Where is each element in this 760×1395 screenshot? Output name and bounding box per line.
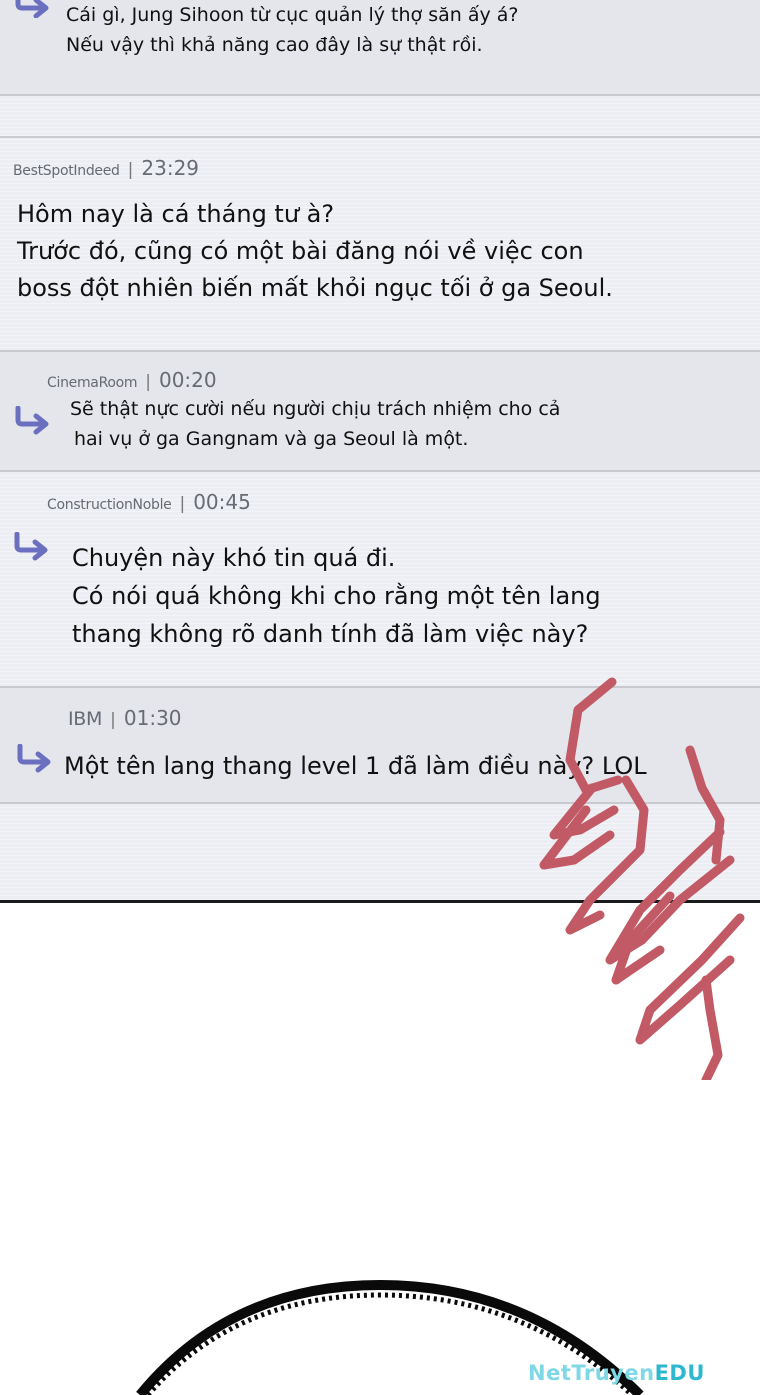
- reply-arrow-icon: [15, 0, 49, 18]
- comment-time: 01:30: [123, 706, 182, 730]
- comment-time: 23:29: [141, 156, 200, 180]
- divider: [0, 94, 760, 96]
- comment-meta: CinemaRoom | 00:20: [47, 368, 217, 392]
- comment-username[interactable]: ConstructionNoble: [47, 497, 172, 513]
- comment-item: BestSpotIndeed | 23:29 Hôm nay là cá tháng…: [0, 138, 760, 350]
- comment-text: Sẽ thật nực cười nếu người chịu trách nh…: [70, 398, 561, 420]
- scribble-sfx-icon: [539, 677, 745, 1080]
- comment-item: Cái gì, Jung Sihoon từ cục quản lý thợ s…: [0, 0, 760, 95]
- reply-arrow-icon: [14, 532, 48, 561]
- comment-text: hai vụ ở ga Gangnam và ga Seoul là một.: [74, 428, 469, 450]
- watermark: NetTruyenEDU: [528, 1361, 705, 1385]
- comment-meta: IBM | 01:30: [68, 706, 182, 730]
- comment-text: thang không rõ danh tính đã làm việc này…: [72, 620, 589, 648]
- comment-item: CinemaRoom | 00:20 Sẽ thật nực cười nếu ng…: [0, 352, 760, 470]
- comment-username[interactable]: BestSpotIndeed: [13, 163, 120, 179]
- comment-meta: BestSpotIndeed | 23:29: [13, 156, 200, 180]
- reply-arrow-icon: [17, 744, 51, 773]
- comment-username[interactable]: CinemaRoom: [47, 375, 138, 391]
- reply-arrow-icon: [15, 406, 49, 435]
- comment-item: ConstructionNoble | 00:45 Chuyện này khó t…: [0, 472, 760, 686]
- comment-time: 00:45: [193, 490, 251, 514]
- comment-username[interactable]: IBM: [68, 708, 102, 730]
- comment-text: Chuyện này khó tin quá đi.: [72, 544, 396, 572]
- comment-text: boss đột nhiên biến mất khỏi ngục tối ở …: [17, 274, 613, 302]
- comment-time: 00:20: [158, 368, 217, 392]
- comment-text: Hôm nay là cá tháng tư à?: [17, 200, 335, 228]
- comment-text: Trước đó, cũng có một bài đăng nói về vi…: [17, 237, 584, 265]
- comment-text: Nếu vậy thì khả năng cao đây là sự thật …: [66, 34, 483, 56]
- comment-meta: ConstructionNoble | 00:45: [47, 490, 251, 514]
- comment-text: Cái gì, Jung Sihoon từ cục quản lý thợ s…: [66, 4, 519, 26]
- comment-text: Có nói quá không khi cho rằng một tên la…: [72, 582, 601, 610]
